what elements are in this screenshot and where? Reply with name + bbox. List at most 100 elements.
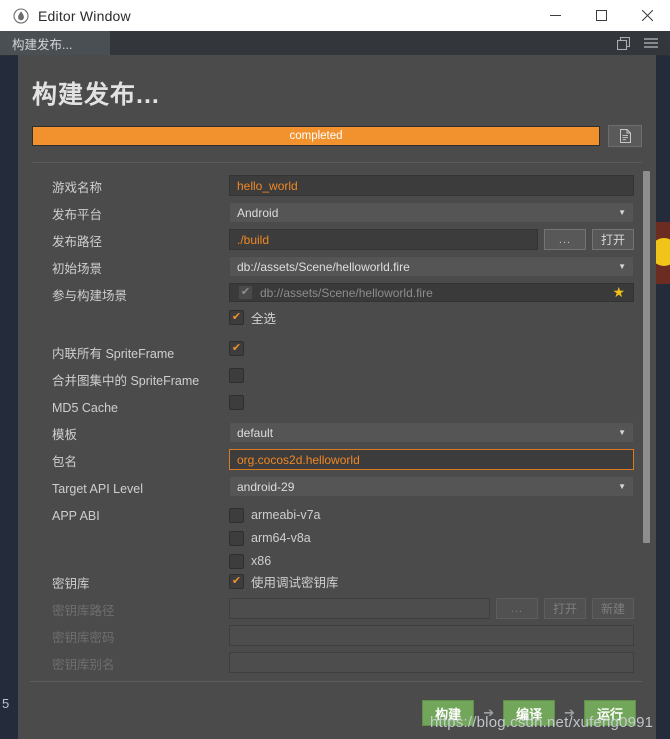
screen: 1.46 5 Editor Window 构建发布... xyxy=(0,0,670,739)
keystore-password-input xyxy=(229,625,634,646)
chevron-down-icon: ▼ xyxy=(618,262,626,271)
row-merge-atlas-spriteframe: 合并图集中的 SpriteFrame xyxy=(18,368,656,395)
row-keystore-password: 密钥库密码 xyxy=(18,625,656,652)
popout-icon[interactable] xyxy=(617,36,630,50)
top-divider xyxy=(32,162,642,163)
keystore-path-open-button: 打开 xyxy=(543,598,586,619)
minimize-button[interactable] xyxy=(532,0,578,31)
tab-bar: 构建发布... xyxy=(0,31,670,56)
row-start-scene: 初始场景 db://assets/Scene/helloworld.fire ▼ xyxy=(18,256,656,283)
label-keystore-password: 密钥库密码 xyxy=(52,631,115,645)
watermark: https://blog.csdn.net/xufeng0991 xyxy=(430,714,654,731)
merge-atlas-spriteframe-checkbox[interactable] xyxy=(229,368,244,383)
keystore-path-browse-button: ... xyxy=(495,598,538,619)
label-keystore-path: 密钥库路径 xyxy=(52,604,115,618)
page-title: 构建发布... xyxy=(32,81,160,109)
tab-bar-actions xyxy=(617,31,670,55)
app-abi-options: armeabi-v7a arm64-v8a x86 xyxy=(229,503,320,571)
action-footer: 构建 ➔ 编译 ➔ 运行 xyxy=(18,687,656,739)
build-path-open-button[interactable]: 打开 xyxy=(591,229,634,250)
settings-scrollbar[interactable] xyxy=(643,171,650,671)
included-scenes-list[interactable]: db://assets/Scene/helloworld.fire ★ xyxy=(229,283,634,302)
inline-spriteframe-checkbox[interactable] xyxy=(229,341,244,356)
cocos-droplet-icon xyxy=(12,7,29,24)
abi-arm64-v8a-checkbox[interactable] xyxy=(229,530,244,546)
row-keystore-alias: 密钥库别名 xyxy=(18,652,656,678)
row-package-name: 包名 org.cocos2d.helloworld xyxy=(18,449,656,476)
target-api-level-select[interactable]: android-29 ▼ xyxy=(229,476,634,497)
build-path-input[interactable]: ./build xyxy=(229,229,538,250)
row-template: 模板 default ▼ xyxy=(18,422,656,449)
document-log-icon[interactable] xyxy=(608,125,642,147)
abi-x86-checkbox[interactable] xyxy=(229,553,244,569)
abi-armeabi-v7a-checkbox[interactable] xyxy=(229,507,244,523)
chevron-down-icon: ▼ xyxy=(618,428,626,437)
target-api-level-value: android-29 xyxy=(237,479,295,494)
label-target-api-level: Target API Level xyxy=(52,482,144,496)
select-all-checkbox[interactable] xyxy=(229,309,244,325)
bottom-divider xyxy=(30,681,642,682)
label-game-name: 游戏名称 xyxy=(52,181,103,195)
label-keystore-alias: 密钥库别名 xyxy=(52,658,115,672)
select-all-label: 全选 xyxy=(251,311,277,326)
template-select[interactable]: default ▼ xyxy=(229,422,634,443)
background-window-graphic xyxy=(650,222,670,284)
label-app-abi: APP ABI xyxy=(52,509,100,523)
row-included-scenes: 参与构建场景 db://assets/Scene/helloworld.fire… xyxy=(18,283,656,341)
select-all-row[interactable]: 全选 xyxy=(229,307,634,327)
close-button[interactable] xyxy=(624,0,670,31)
keystore-alias-input xyxy=(229,652,634,673)
row-game-name: 游戏名称 hello_world xyxy=(18,175,656,202)
title-bar: Editor Window xyxy=(0,0,670,31)
desktop-background-right xyxy=(656,27,670,739)
label-md5-cache: MD5 Cache xyxy=(52,401,118,415)
abi-option-x86[interactable]: x86 xyxy=(229,551,320,571)
scene-item-label: db://assets/Scene/helloworld.fire xyxy=(260,285,433,300)
game-name-input[interactable]: hello_world xyxy=(229,175,634,196)
start-scene-select[interactable]: db://assets/Scene/helloworld.fire ▼ xyxy=(229,256,634,277)
abi-arm64-v8a-label: arm64-v8a xyxy=(251,531,311,545)
row-keystore: 密钥库 使用调试密钥库 xyxy=(18,571,656,598)
hamburger-menu-icon[interactable] xyxy=(644,37,658,49)
build-progress-bar: completed xyxy=(32,126,600,146)
window-title: Editor Window xyxy=(38,7,131,24)
label-build-path: 发布路径 xyxy=(52,235,103,249)
row-target-api-level: Target API Level android-29 ▼ xyxy=(18,476,656,503)
keystore-path-input xyxy=(229,598,490,619)
start-scene-value: db://assets/Scene/helloworld.fire xyxy=(237,259,410,274)
tab-label: 构建发布... xyxy=(12,37,73,52)
use-debug-keystore-row[interactable]: 使用调试密钥库 xyxy=(229,571,339,591)
scene-item-checkbox xyxy=(238,285,253,300)
md5-cache-checkbox[interactable] xyxy=(229,395,244,410)
label-inline-spriteframe: 内联所有 SpriteFrame xyxy=(52,347,175,361)
settings-scroll-area[interactable]: 游戏名称 hello_world 发布平台 Android ▼ 发布路径 ./b… xyxy=(18,165,656,678)
row-build-path: 发布路径 ./build ... 打开 xyxy=(18,229,656,256)
abi-option-armeabi-v7a[interactable]: armeabi-v7a xyxy=(229,505,320,525)
row-inline-spriteframe: 内联所有 SpriteFrame xyxy=(18,341,656,368)
label-platform: 发布平台 xyxy=(52,208,103,222)
platform-value: Android xyxy=(237,205,279,220)
background-left-text: 5 xyxy=(2,696,10,711)
row-keystore-path: 密钥库路径 ... 打开 新建 xyxy=(18,598,656,625)
star-icon[interactable]: ★ xyxy=(612,284,625,301)
build-publish-panel: 构建发布... completed 游戏名称 hello_world 发布平台 … xyxy=(18,55,656,739)
chevron-down-icon: ▼ xyxy=(618,482,626,491)
label-package-name: 包名 xyxy=(52,455,78,469)
package-name-input[interactable]: org.cocos2d.helloworld xyxy=(229,449,634,470)
use-debug-keystore-checkbox[interactable] xyxy=(229,573,244,589)
abi-option-arm64-v8a[interactable]: arm64-v8a xyxy=(229,528,320,548)
scrollbar-thumb[interactable] xyxy=(643,171,650,543)
tab-build-publish[interactable]: 构建发布... xyxy=(0,31,110,55)
keystore-path-new-button: 新建 xyxy=(591,598,634,619)
label-start-scene: 初始场景 xyxy=(52,262,103,276)
platform-select[interactable]: Android ▼ xyxy=(229,202,634,223)
row-app-abi: APP ABI armeabi-v7a arm64-v8a x86 xyxy=(18,503,656,571)
label-included-scenes: 参与构建场景 xyxy=(52,289,128,303)
label-keystore: 密钥库 xyxy=(52,577,90,591)
use-debug-keystore-label: 使用调试密钥库 xyxy=(251,575,339,590)
build-path-browse-button[interactable]: ... xyxy=(543,229,586,250)
label-merge-atlas-spriteframe: 合并图集中的 SpriteFrame xyxy=(52,374,200,388)
row-md5-cache: MD5 Cache xyxy=(18,395,656,422)
maximize-button[interactable] xyxy=(578,0,624,31)
abi-x86-label: x86 xyxy=(251,554,272,568)
